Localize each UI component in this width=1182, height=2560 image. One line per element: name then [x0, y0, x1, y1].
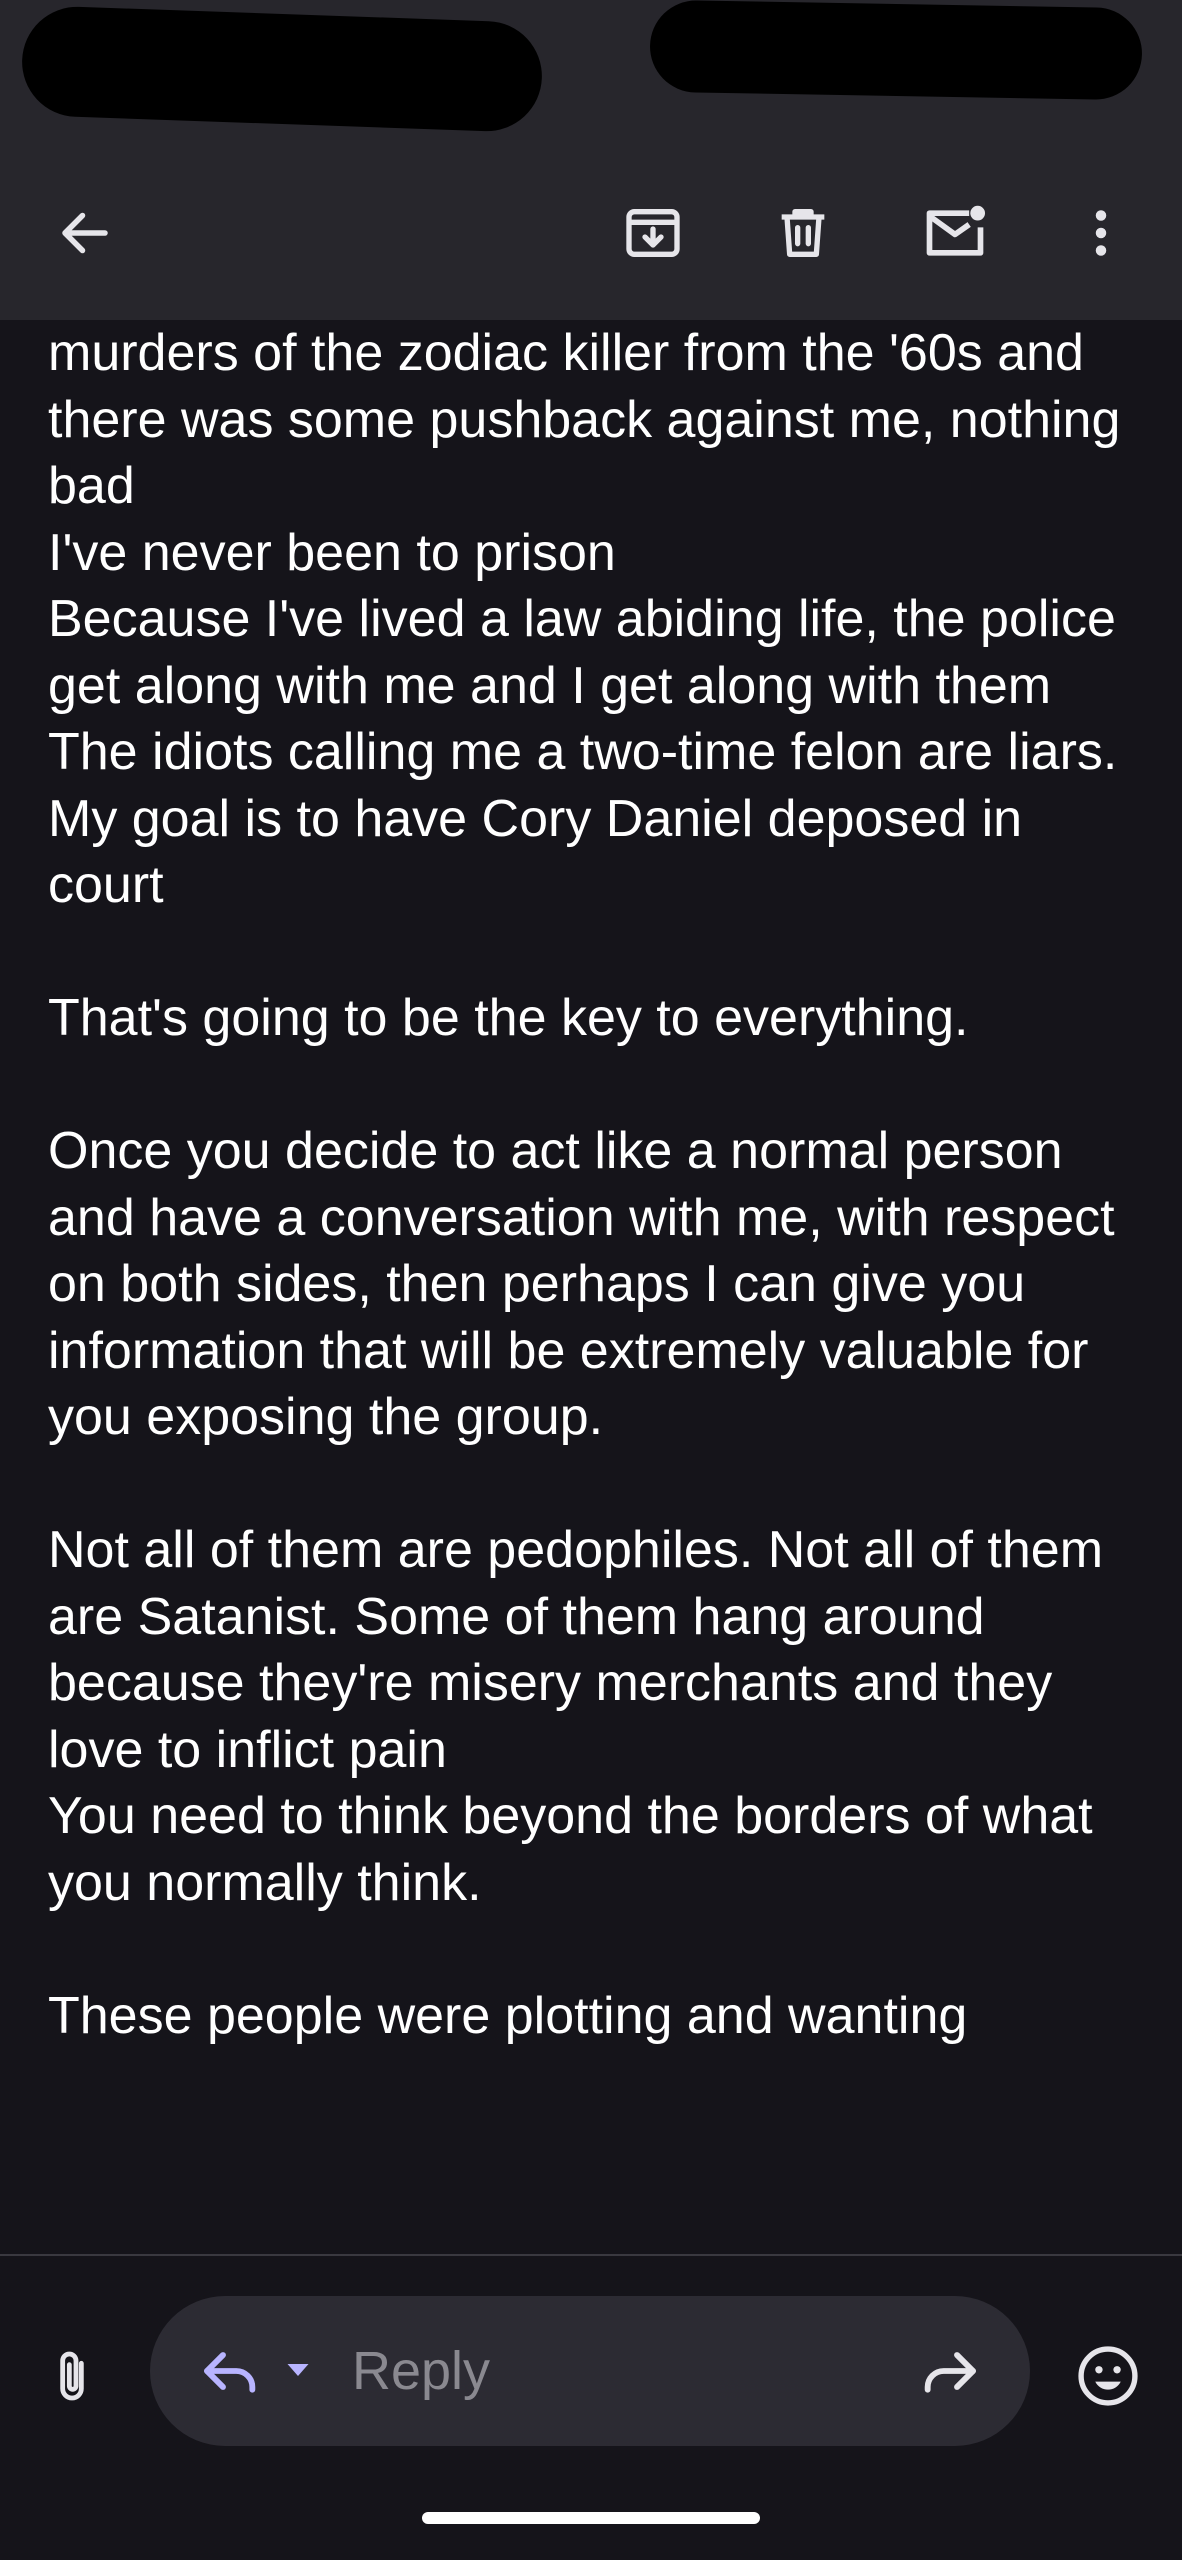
archive-icon — [626, 209, 680, 257]
message-body-text: murders of the zodiac killer from the '6… — [48, 324, 1121, 2045]
message-toolbar — [0, 150, 1182, 320]
mark-unread-icon — [926, 205, 986, 256]
reply-button[interactable] — [192, 2332, 270, 2410]
mark-unread-button[interactable] — [900, 178, 1010, 288]
forward-button[interactable] — [910, 2332, 988, 2410]
redaction-mark — [649, 0, 1143, 101]
reply-field[interactable]: Reply — [150, 2296, 1030, 2446]
home-indicator[interactable] — [422, 2512, 760, 2524]
more-vertical-icon — [1095, 210, 1107, 256]
back-arrow-icon — [62, 212, 108, 254]
caret-down-icon — [287, 2364, 309, 2376]
forward-icon — [924, 2352, 976, 2393]
more-options-button[interactable] — [1046, 178, 1156, 288]
reply-bar: Reply — [0, 2256, 1182, 2560]
emoji-button[interactable] — [1066, 2334, 1150, 2418]
reply-placeholder: Reply — [352, 2341, 491, 2401]
reply-icon — [204, 2352, 256, 2393]
paperclip-icon — [60, 2351, 84, 2401]
trash-icon — [781, 209, 825, 257]
message-body[interactable]: murders of the zodiac killer from the '6… — [0, 320, 1182, 2254]
delete-button[interactable] — [748, 178, 858, 288]
emoji-icon — [1078, 2346, 1138, 2406]
reply-options-button[interactable] — [278, 2350, 318, 2390]
redaction-mark — [20, 4, 544, 134]
attach-button[interactable] — [30, 2336, 114, 2420]
back-button[interactable] — [30, 178, 140, 288]
archive-button[interactable] — [598, 178, 708, 288]
